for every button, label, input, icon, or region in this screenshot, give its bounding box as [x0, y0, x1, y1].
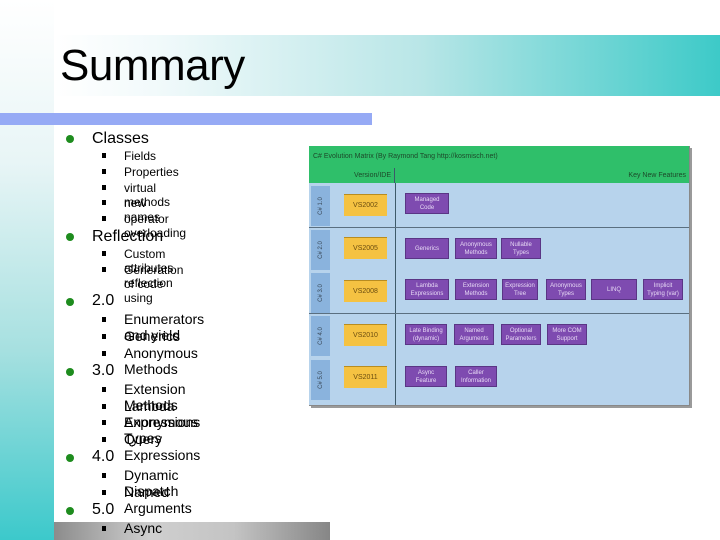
- version-label: C# 5.0: [317, 371, 324, 389]
- feature-box: More COM Support: [547, 324, 587, 345]
- feature-box: Anonymous Methods: [455, 238, 497, 259]
- version-label: C# 2.0: [317, 241, 324, 259]
- accent-bar: [0, 113, 372, 125]
- bullet-icon: [66, 368, 74, 376]
- outline-item: Query Expressions: [124, 431, 201, 463]
- feature-box: Expression Tree: [502, 279, 538, 300]
- square-bullet-icon: [102, 334, 106, 339]
- outline-heading: 4.0: [92, 448, 115, 465]
- outline-item: Named Arguments: [124, 484, 192, 516]
- square-bullet-icon: [102, 153, 106, 158]
- feature-box: Generics: [405, 238, 449, 259]
- bullet-icon: [66, 135, 74, 143]
- ide-box: VS2002: [344, 194, 387, 216]
- matrix-title: C# Evolution Matrix (By Raymond Tang htt…: [309, 146, 689, 168]
- outline-item: Fields: [124, 149, 157, 163]
- feature-box: Lambda Expressions: [405, 279, 449, 300]
- version-tab: C# 2.0: [311, 230, 330, 270]
- bullet-icon: [66, 298, 74, 306]
- outline-heading: 5.0: [92, 501, 115, 518]
- square-bullet-icon: [102, 251, 106, 256]
- bottom-gradient-bar: [54, 522, 330, 540]
- version-tab: C# 3.0: [311, 273, 330, 313]
- square-bullet-icon: [102, 317, 106, 322]
- outline-heading: Reflection: [92, 228, 164, 245]
- features-column-header: Key New Features: [628, 172, 686, 179]
- feature-box: Late Binding (dynamic): [405, 324, 447, 345]
- outline-item: Async: [124, 520, 163, 536]
- bullet-icon: [66, 233, 74, 241]
- outline-item-continuation: reflection: [124, 276, 173, 290]
- version-tab: C# 4.0: [311, 316, 330, 356]
- outline-item: Anonymous Methods: [124, 345, 198, 377]
- feature-box: Extension Methods: [455, 279, 497, 300]
- feature-box: Caller Information: [455, 366, 497, 387]
- square-bullet-icon: [102, 200, 106, 205]
- square-bullet-icon: [102, 437, 106, 442]
- square-bullet-icon: [102, 420, 106, 425]
- ide-box: VS2011: [344, 366, 387, 388]
- feature-box: Anonymous Types: [546, 279, 586, 300]
- feature-box: LINQ: [591, 279, 637, 300]
- square-bullet-icon: [102, 216, 106, 221]
- version-label: C# 3.0: [317, 284, 324, 302]
- square-bullet-icon: [102, 404, 106, 409]
- version-label: C# 1.0: [317, 197, 324, 215]
- version-tab: C# 5.0: [311, 360, 330, 400]
- ide-box: VS2010: [344, 324, 387, 346]
- left-gradient-strip: [0, 0, 54, 540]
- bullet-icon: [66, 507, 74, 515]
- version-label: C# 4.0: [317, 327, 324, 345]
- row-divider: [309, 227, 689, 228]
- column-divider: [395, 183, 396, 405]
- matrix-column-headers: Version/IDE Key New Features: [309, 168, 689, 183]
- outline-heading: 3.0: [92, 362, 115, 379]
- ide-box: VS2005: [344, 237, 387, 259]
- bullet-icon: [66, 454, 74, 462]
- square-bullet-icon: [102, 526, 106, 531]
- square-bullet-icon: [102, 185, 106, 190]
- slide-title: Summary: [60, 41, 245, 90]
- square-bullet-icon: [102, 387, 106, 392]
- feature-box: Async Feature: [405, 366, 447, 387]
- feature-box: Managed Code: [405, 193, 449, 214]
- square-bullet-icon: [102, 169, 106, 174]
- evolution-matrix-diagram: C# Evolution Matrix (By Raymond Tang htt…: [309, 146, 690, 406]
- version-tab: C# 1.0: [311, 186, 330, 226]
- outline-item: Generics: [124, 328, 181, 344]
- square-bullet-icon: [102, 351, 106, 356]
- row-divider: [309, 313, 689, 314]
- square-bullet-icon: [102, 490, 106, 495]
- feature-box: Nullable Types: [501, 238, 541, 259]
- square-bullet-icon: [102, 473, 106, 478]
- outline-heading: Classes: [92, 130, 149, 147]
- feature-box: Named Arguments: [454, 324, 494, 345]
- version-column-header: Version/IDE: [309, 168, 395, 183]
- outline-heading: 2.0: [92, 292, 115, 309]
- square-bullet-icon: [102, 267, 106, 272]
- feature-box: Implicit Typing (var): [643, 279, 683, 300]
- feature-box: Optional Parameters: [501, 324, 541, 345]
- ide-box: VS2008: [344, 280, 387, 302]
- outline-item: Properties: [124, 165, 179, 179]
